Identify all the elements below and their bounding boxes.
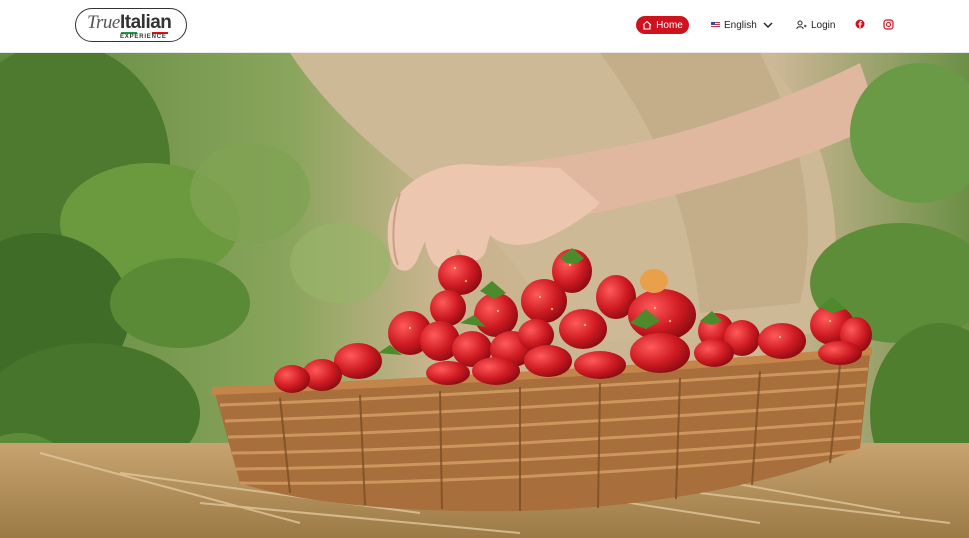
- nav-home-button[interactable]: Home: [636, 16, 689, 34]
- facebook-link[interactable]: [853, 17, 867, 31]
- chevron-down-icon: [763, 22, 773, 28]
- language-label: English: [724, 19, 757, 31]
- login-label: Login: [811, 19, 836, 31]
- logo-word-italian: Italian: [120, 12, 172, 33]
- nav-home-label: Home: [656, 19, 683, 31]
- user-icon: [796, 20, 807, 30]
- login-link[interactable]: Login: [796, 16, 835, 34]
- us-flag-icon: [711, 22, 720, 28]
- site-header: True Italian EXPERIENCE Home English Log…: [0, 0, 969, 53]
- language-selector[interactable]: English: [711, 16, 775, 34]
- hero-strawberry-photo: [0, 53, 969, 538]
- instagram-icon: [882, 18, 894, 30]
- logo-subtitle: EXPERIENCE: [120, 34, 167, 40]
- true-italian-logo[interactable]: True Italian EXPERIENCE: [75, 8, 187, 42]
- hero-image: [0, 53, 969, 538]
- logo-word-true: True: [87, 12, 120, 33]
- home-icon: [642, 20, 652, 30]
- facebook-icon: [855, 19, 865, 29]
- instagram-link[interactable]: [881, 17, 895, 31]
